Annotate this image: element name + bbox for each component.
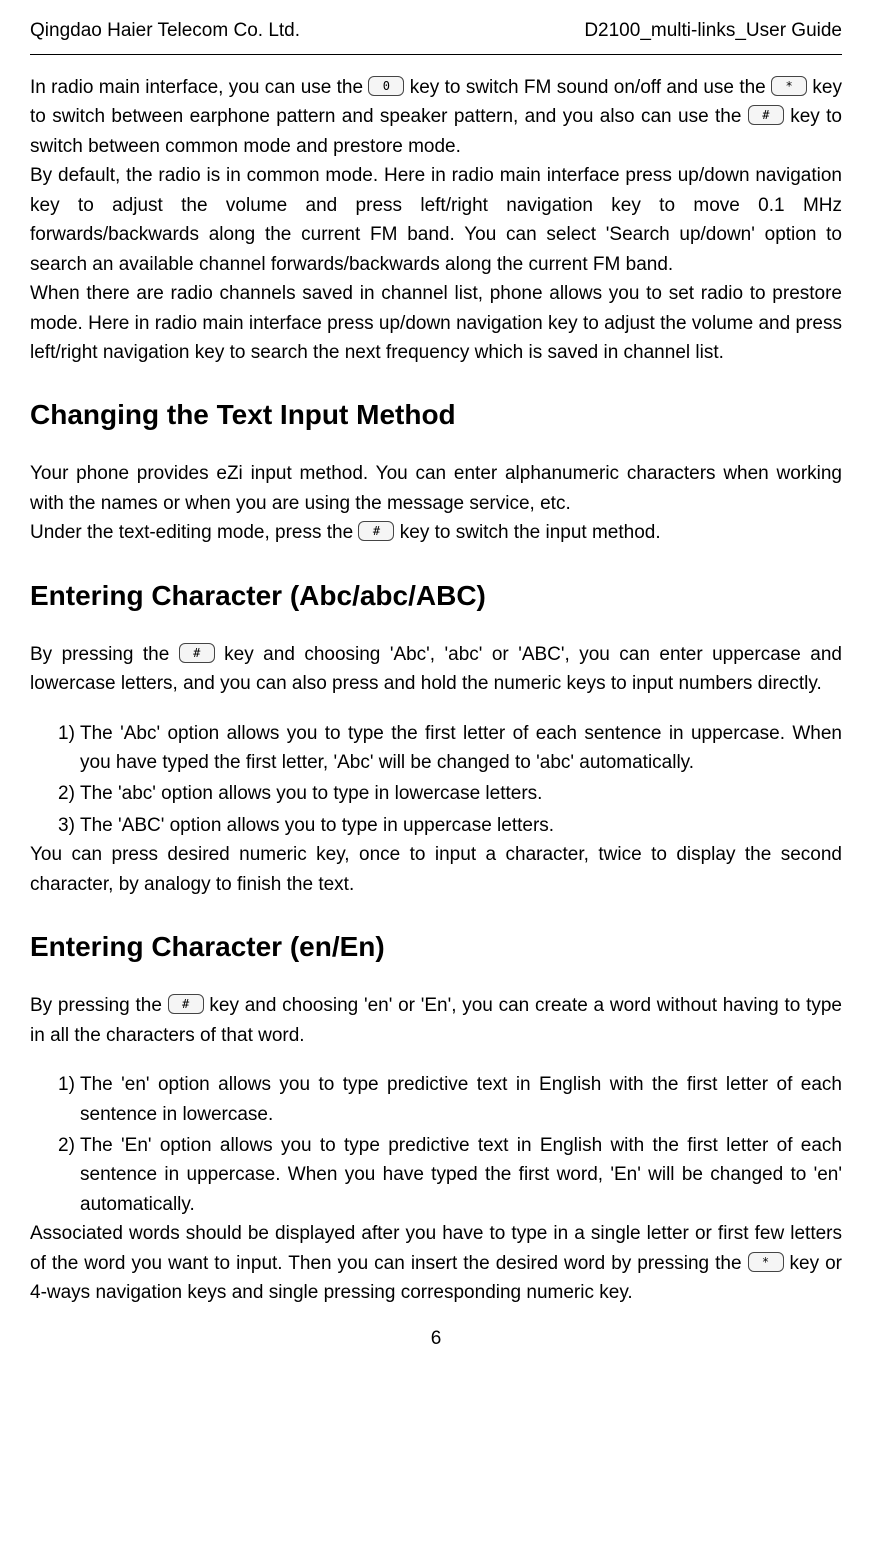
paragraph-en-intro: By pressing the # key and choosing 'en' … xyxy=(30,991,842,1050)
text-fragment: Under the text-editing mode, press the xyxy=(30,522,358,543)
section-en-after: Associated words should be displayed aft… xyxy=(30,1219,842,1307)
text-fragment: By pressing the xyxy=(30,644,179,665)
list-text: The 'Abc' option allows you to type the … xyxy=(66,719,842,778)
heading-abc: Entering Character (Abc/abc/ABC) xyxy=(30,580,842,612)
hash-key-icon: # xyxy=(168,994,204,1014)
paragraph-en-after: Associated words should be displayed aft… xyxy=(30,1219,842,1307)
list-number: 2) xyxy=(30,779,66,808)
paragraph-switch-input: Under the text-editing mode, press the #… xyxy=(30,518,842,547)
list-number: 1) xyxy=(30,719,66,778)
list-item: 1) The 'Abc' option allows you to type t… xyxy=(30,719,842,778)
zero-key-icon: 0 xyxy=(368,76,404,96)
paragraph-abc-intro: By pressing the # key and choosing 'Abc'… xyxy=(30,640,842,699)
hash-key-icon: # xyxy=(179,643,215,663)
list-item: 2) The 'abc' option allows you to type i… xyxy=(30,779,842,808)
heading-en: Entering Character (en/En) xyxy=(30,931,842,963)
list-item: 1) The 'en' option allows you to type pr… xyxy=(30,1070,842,1129)
header-right: D2100_multi-links_User Guide xyxy=(584,20,842,42)
paragraph-radio-intro: In radio main interface, you can use the… xyxy=(30,73,842,161)
section-input-method-body: Your phone provides eZi input method. Yo… xyxy=(30,459,842,547)
text-fragment: key to switch FM sound on/off and use th… xyxy=(404,77,771,98)
intro-paragraphs: In radio main interface, you can use the… xyxy=(30,73,842,367)
hash-key-icon: # xyxy=(358,521,394,541)
abc-options-list: 1) The 'Abc' option allows you to type t… xyxy=(30,719,842,841)
list-text: The 'en' option allows you to type predi… xyxy=(66,1070,842,1129)
heading-input-method: Changing the Text Input Method xyxy=(30,399,842,431)
list-number: 2) xyxy=(30,1131,66,1219)
page-number: 6 xyxy=(30,1328,842,1350)
list-item: 2) The 'En' option allows you to type pr… xyxy=(30,1131,842,1219)
list-number: 3) xyxy=(30,811,66,840)
paragraph-prestore-mode: When there are radio channels saved in c… xyxy=(30,279,842,367)
list-text: The 'En' option allows you to type predi… xyxy=(66,1131,842,1219)
star-key-icon: * xyxy=(771,76,807,96)
page-header: Qingdao Haier Telecom Co. Ltd. D2100_mul… xyxy=(30,20,842,55)
en-options-list: 1) The 'en' option allows you to type pr… xyxy=(30,1070,842,1219)
list-item: 3) The 'ABC' option allows you to type i… xyxy=(30,811,842,840)
star-key-icon: * xyxy=(748,1252,784,1272)
paragraph-abc-after: You can press desired numeric key, once … xyxy=(30,840,842,899)
text-fragment: In radio main interface, you can use the xyxy=(30,77,368,98)
text-fragment: By pressing the xyxy=(30,995,168,1016)
list-number: 1) xyxy=(30,1070,66,1129)
text-fragment: key to switch the input method. xyxy=(394,522,660,543)
header-left: Qingdao Haier Telecom Co. Ltd. xyxy=(30,20,300,42)
paragraph-ezi: Your phone provides eZi input method. Yo… xyxy=(30,459,842,518)
section-abc-intro: By pressing the # key and choosing 'Abc'… xyxy=(30,640,842,699)
hash-key-icon: # xyxy=(748,105,784,125)
section-en-intro: By pressing the # key and choosing 'en' … xyxy=(30,991,842,1050)
list-text: The 'ABC' option allows you to type in u… xyxy=(66,811,842,840)
list-text: The 'abc' option allows you to type in l… xyxy=(66,779,842,808)
section-abc-after: You can press desired numeric key, once … xyxy=(30,840,842,899)
paragraph-common-mode: By default, the radio is in common mode.… xyxy=(30,161,842,279)
text-fragment: Associated words should be displayed aft… xyxy=(30,1223,842,1273)
